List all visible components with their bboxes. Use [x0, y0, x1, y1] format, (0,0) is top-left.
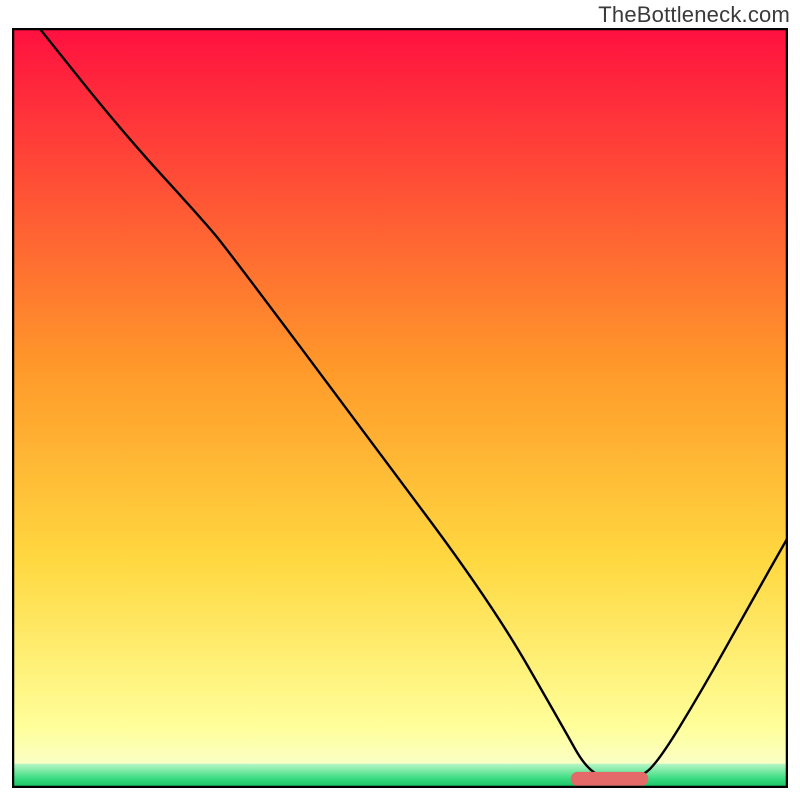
green-band: [12, 764, 788, 788]
watermark-text: TheBottleneck.com: [598, 2, 790, 28]
chart-container: [12, 28, 788, 788]
sweet-spot-marker: [571, 772, 649, 786]
bottleneck-chart: [12, 28, 788, 788]
gradient-background: [12, 28, 788, 788]
